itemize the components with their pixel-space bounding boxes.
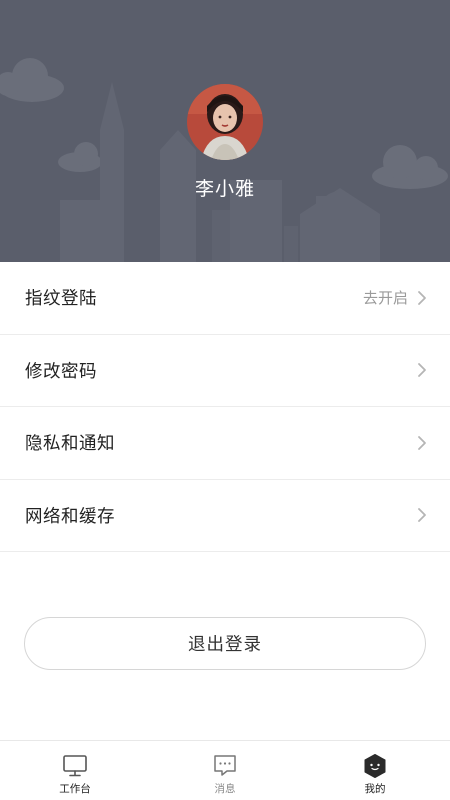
chevron-right-icon <box>418 435 426 450</box>
tab-label: 消息 <box>214 783 236 795</box>
menu-item-label: 指纹登陆 <box>25 289 97 310</box>
chevron-right-icon <box>418 508 426 523</box>
monitor-icon <box>63 755 87 777</box>
avatar-photo <box>187 84 263 160</box>
menu-item-label: 修改密码 <box>25 361 97 382</box>
profile-hexagon-icon <box>364 754 386 778</box>
menu-item-label: 隐私和通知 <box>25 434 115 455</box>
avatar[interactable] <box>187 84 263 160</box>
chevron-right-icon <box>418 363 426 378</box>
menu-item-change-password[interactable]: 修改密码 <box>0 335 450 407</box>
logout-button[interactable]: 退出登录 <box>24 617 426 670</box>
chevron-right-icon <box>418 290 426 305</box>
message-icon <box>214 755 236 776</box>
bottom-tab-bar: 工作台 消息 我的 <box>0 740 450 800</box>
settings-menu: 指纹登陆 去开启 修改密码 隐私和通知 网络和缓存 <box>0 262 450 552</box>
username: 李小雅 <box>194 178 255 200</box>
menu-item-fingerprint-login[interactable]: 指纹登陆 去开启 <box>0 262 450 335</box>
tab-mine[interactable]: 我的 <box>300 741 450 800</box>
menu-item-privacy-notifications[interactable]: 隐私和通知 <box>0 407 450 480</box>
menu-item-status: 去开启 <box>362 289 408 308</box>
tab-messages[interactable]: 消息 <box>150 741 300 800</box>
menu-item-label: 网络和缓存 <box>25 506 115 527</box>
menu-item-network-cache[interactable]: 网络和缓存 <box>0 480 450 552</box>
profile-header: 李小雅 <box>0 0 450 262</box>
tab-label: 工作台 <box>59 783 91 795</box>
tab-label: 我的 <box>364 783 386 795</box>
tab-workbench[interactable]: 工作台 <box>0 741 150 800</box>
